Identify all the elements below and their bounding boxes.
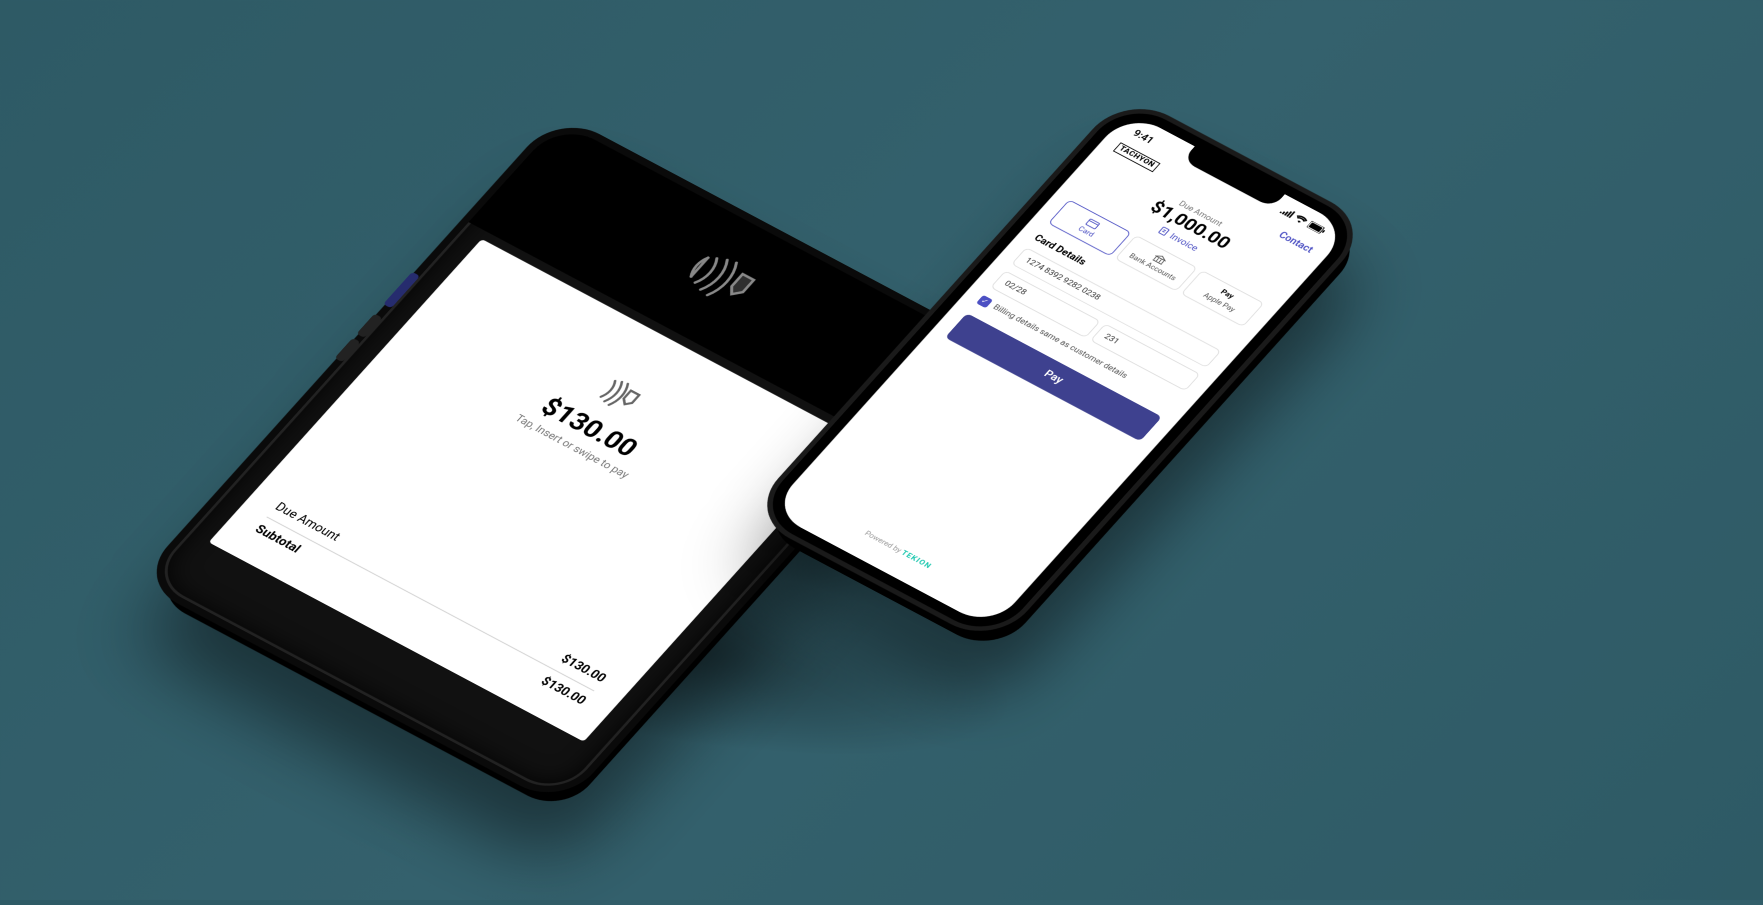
terminal-due-row: Due Amount $130.00 bbox=[266, 495, 613, 691]
terminal-subtotal-row: Subtotal $130.00 bbox=[247, 517, 594, 713]
contact-link[interactable]: Contact bbox=[1276, 229, 1316, 255]
terminal-side-button bbox=[383, 272, 420, 309]
contactless-icon bbox=[677, 247, 767, 314]
phone-body: 9:41 TACHYON bbox=[753, 99, 1366, 641]
terminal-volume-button bbox=[335, 338, 361, 362]
phone-screen: 9:41 TACHYON bbox=[769, 111, 1351, 629]
checkbox-checked-icon[interactable]: ✓ bbox=[976, 295, 993, 308]
terminal-volume-button bbox=[356, 314, 382, 338]
powered-by-brand: TEKION bbox=[899, 549, 933, 570]
